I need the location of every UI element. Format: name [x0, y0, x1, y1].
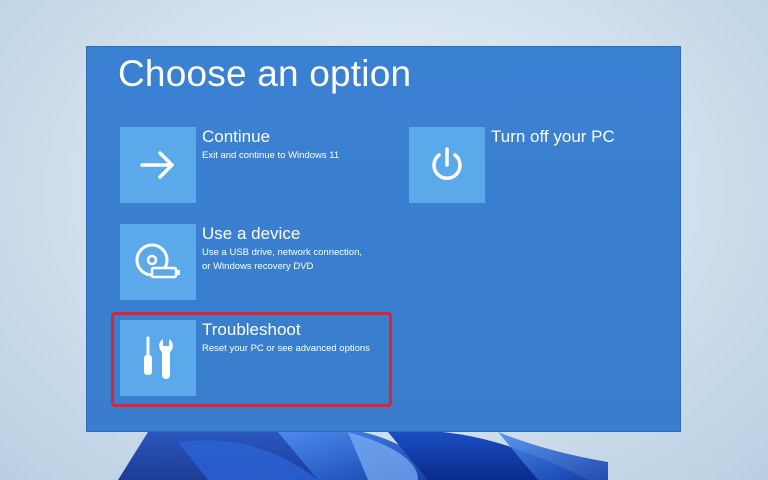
troubleshoot-option[interactable]: Troubleshoot Reset your PC or see advanc…: [120, 320, 370, 396]
recovery-panel: Choose an option Continue Exit and conti…: [87, 47, 680, 431]
power-icon: [427, 145, 467, 185]
option-description: Use a USB drive, network connection, or …: [202, 247, 362, 272]
option-description: Reset your PC or see advanced options: [202, 343, 370, 354]
option-description: Exit and continue to Windows 11: [202, 150, 340, 161]
option-label: Turn off your PC: [491, 127, 615, 146]
option-label: Continue: [202, 127, 271, 146]
option-label: Use a device: [202, 224, 301, 243]
screwdriver-wrench-icon: [136, 335, 180, 381]
turn-off-option[interactable]: Turn off your PC: [409, 127, 659, 203]
continue-tile[interactable]: [120, 127, 196, 203]
continue-option[interactable]: Continue Exit and continue to Windows 11: [120, 127, 370, 203]
use-device-tile[interactable]: [120, 224, 196, 300]
page-title: Choose an option: [118, 53, 412, 94]
turn-off-tile[interactable]: [409, 127, 485, 203]
option-label: Troubleshoot: [202, 320, 301, 339]
troubleshoot-tile[interactable]: [120, 320, 196, 396]
use-device-option[interactable]: Use a device Use a USB drive, network co…: [120, 224, 370, 300]
disc-usb-icon: [134, 240, 182, 284]
arrow-right-icon: [138, 145, 178, 185]
